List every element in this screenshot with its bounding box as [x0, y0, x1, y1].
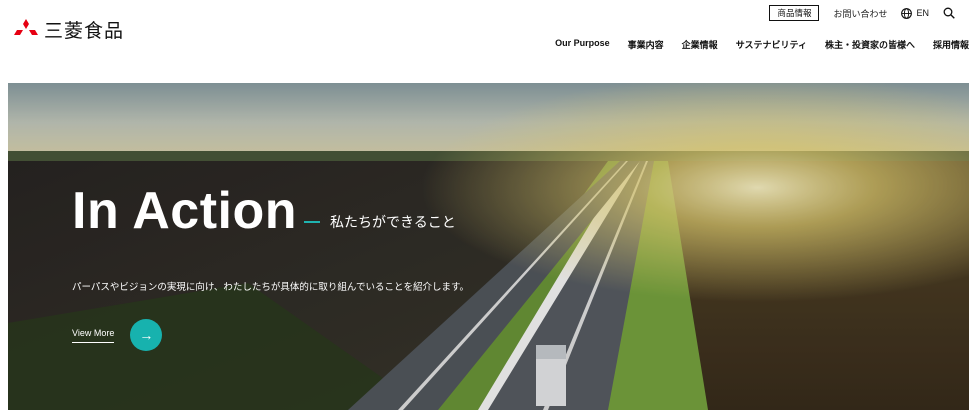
logo-text: 三菱食品	[44, 21, 125, 42]
nav-our-purpose[interactable]: Our Purpose	[546, 38, 619, 51]
view-more-label[interactable]: View More	[72, 328, 115, 343]
logo-diamonds-icon	[14, 18, 38, 35]
hero-subtitle: 私たちができること	[330, 214, 456, 230]
products-button[interactable]: 商品情報	[769, 5, 820, 21]
hero-banner: In Action 私たちができること パーパスやビジョンの実現に向け、わたした…	[8, 83, 969, 410]
nav-investors[interactable]: 株主・投資家の皆様へ	[816, 38, 924, 51]
subtitle-dash	[304, 221, 320, 223]
hero-title: In Action	[72, 182, 297, 240]
language-switch[interactable]: EN	[901, 7, 929, 19]
nav-business[interactable]: 事業内容	[619, 38, 673, 51]
main-nav: Our Purpose 事業内容 企業情報 サステナビリティ 株主・投資家の皆様…	[546, 38, 969, 51]
company-logo[interactable]: 三菱食品	[14, 16, 124, 43]
arrow-right-icon[interactable]: →	[130, 319, 163, 351]
hero-subtitle-group: 私たちができること	[304, 212, 456, 232]
hero-image	[8, 83, 969, 410]
language-label: EN	[916, 8, 929, 18]
search-icon[interactable]	[943, 7, 955, 19]
nav-sustainability[interactable]: サステナビリティ	[727, 38, 816, 51]
view-more-link[interactable]: View More →	[72, 319, 163, 351]
nav-company[interactable]: 企業情報	[673, 38, 727, 51]
utility-bar: 商品情報 お問い合わせ EN	[769, 5, 955, 21]
globe-icon	[901, 7, 913, 19]
contact-link[interactable]: お問い合わせ	[833, 7, 887, 20]
hero-description: パーパスやビジョンの実現に向け、わたしたちが具体的に取り組んでいることを紹介しま…	[72, 282, 470, 293]
nav-recruit[interactable]: 採用情報	[924, 38, 969, 51]
